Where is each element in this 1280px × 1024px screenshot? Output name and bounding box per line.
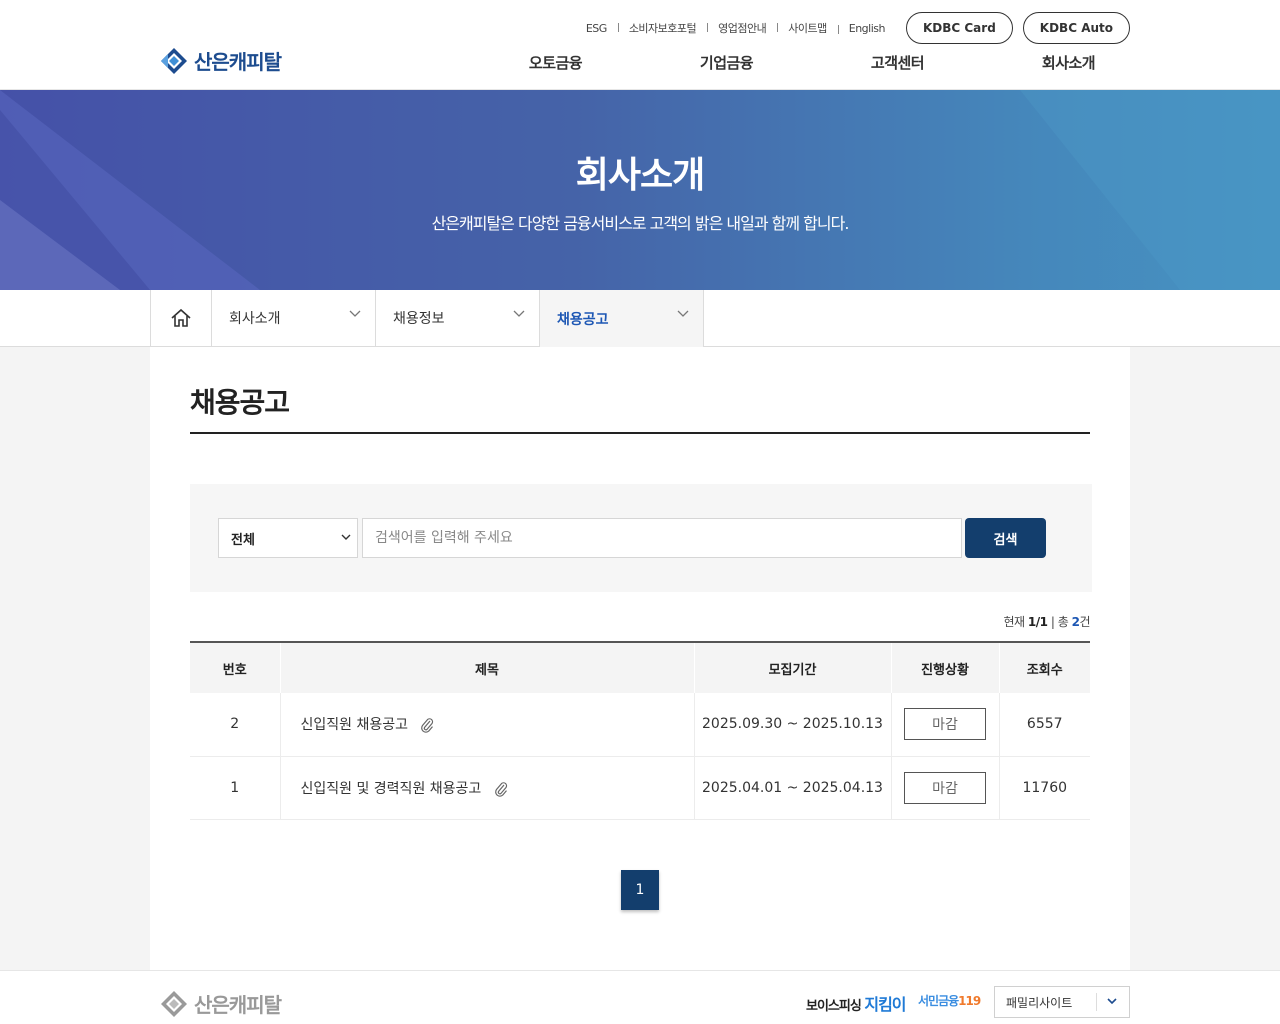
nav-auto-finance[interactable]: 오토금융 <box>470 52 641 73</box>
nav-customer-center[interactable]: 고객센터 <box>812 52 983 73</box>
row-period: 2025.04.01 ~ 2025.04.13 <box>694 756 892 819</box>
col-header-number: 번호 <box>190 642 281 693</box>
chevron-down-icon <box>341 534 351 540</box>
col-header-status: 진행상황 <box>891 642 1000 693</box>
chevron-down-icon <box>513 310 525 317</box>
logo[interactable]: 산은캐피탈 <box>160 46 282 75</box>
row-number: 2 <box>190 693 281 756</box>
footer-logo-icon <box>161 990 187 1017</box>
site-header: 산은캐피탈 ESG 소비자보호포털 영업점안내 사이트맵 English KDB… <box>0 0 1280 90</box>
breadcrumb-company[interactable]: 회사소개 <box>212 290 376 346</box>
voice-phishing-prefix: 보이스피싱 <box>806 999 862 1014</box>
count-current: 1/1 <box>1027 615 1048 629</box>
row-number: 1 <box>190 756 281 819</box>
family-site-select[interactable]: 패밀리사이트 <box>994 986 1130 1018</box>
row-title-cell: 신입직원 채용공고 <box>280 693 695 756</box>
result-count: 현재 1/1 | 총 2건 <box>1004 613 1091 630</box>
row-views: 11760 <box>1022 779 1068 796</box>
hero-title: 회사소개 <box>575 155 705 196</box>
breadcrumb-recruit-info[interactable]: 채용정보 <box>376 290 540 346</box>
kdbc-auto-button[interactable]: KDBC Auto <box>1022 12 1130 44</box>
count-total-label: 총 <box>1057 615 1069 629</box>
voice-phishing-link[interactable]: 보이스피싱 지킴이 <box>806 991 907 1015</box>
title-divider <box>190 432 1090 434</box>
table-row: 1 신입직원 및 경력직원 채용공고 2025.04.01 ~ 2025.04.… <box>190 756 1090 819</box>
count-separator: | <box>1050 615 1055 629</box>
status-badge: 마감 <box>904 708 986 741</box>
row-title-link[interactable]: 신입직원 채용공고 <box>301 717 409 733</box>
chevron-down-icon <box>1107 998 1117 1005</box>
breadcrumb-label: 채용정보 <box>393 311 445 327</box>
voice-phishing-highlight: 지킴이 <box>864 995 906 1014</box>
util-link-sitemap[interactable]: 사이트맵 <box>777 20 837 36</box>
main-content: 채용공고 전체 검색 현재 1/1 | 총 2건 번호 제목 모집기간 진행상황… <box>150 347 1130 970</box>
attachment-icon <box>494 781 507 797</box>
nav-corporate-finance[interactable]: 기업금융 <box>641 52 812 73</box>
finance-number: 119 <box>958 994 981 1008</box>
footer-logo: 산은캐피탈 <box>160 989 282 1018</box>
page-title: 채용공고 <box>190 386 290 419</box>
pagination-page-current[interactable]: 1 <box>621 870 659 910</box>
main-nav: 오토금융 기업금융 고객센터 회사소개 <box>470 52 1154 73</box>
breadcrumb-label: 회사소개 <box>229 311 281 327</box>
utility-nav: ESG 소비자보호포털 영업점안내 사이트맵 English KDBC Card… <box>575 12 1130 44</box>
family-site-label: 패밀리사이트 <box>1006 995 1073 1010</box>
row-period: 2025.09.30 ~ 2025.10.13 <box>694 693 892 756</box>
recruit-table: 번호 제목 모집기간 진행상황 조회수 2 신입직원 채용공고 2025.09.… <box>190 641 1090 820</box>
finance-prefix: 서민금융 <box>918 994 959 1008</box>
search-panel: 전체 검색 <box>190 484 1092 592</box>
search-button[interactable]: 검색 <box>965 518 1046 558</box>
finance-119-link[interactable]: 서민금융119 <box>918 992 981 1009</box>
hero-banner: 회사소개 산은캐피탈은 다양한 금융서비스로 고객의 밝은 내일과 함께 합니다… <box>0 90 1280 290</box>
breadcrumb-recruit-notice[interactable]: 채용공고 <box>540 290 704 347</box>
breadcrumb-label: 채용공고 <box>557 311 609 328</box>
row-status-cell: 마감 <box>891 756 1000 819</box>
home-icon <box>171 308 191 327</box>
site-footer: 산은캐피탈 보이스피싱 지킴이 서민금융119 패밀리사이트 <box>0 970 1280 1024</box>
col-header-period: 모집기간 <box>694 642 892 693</box>
footer-logo-text: 산은캐피탈 <box>194 993 282 1017</box>
row-title-cell: 신입직원 및 경력직원 채용공고 <box>280 756 695 819</box>
breadcrumb-home[interactable] <box>150 290 212 346</box>
col-header-views: 조회수 <box>1026 662 1063 678</box>
chevron-down-icon <box>349 310 361 317</box>
table-row: 2 신입직원 채용공고 2025.09.30 ~ 2025.10.13 마감 6… <box>190 693 1090 756</box>
search-category-value: 전체 <box>231 532 255 548</box>
breadcrumb: 회사소개 채용정보 채용공고 <box>0 290 1280 347</box>
hero-subtitle: 산은캐피탈은 다양한 금융서비스로 고객의 밝은 내일과 함께 합니다. <box>431 214 850 233</box>
row-views: 6557 <box>1026 716 1063 733</box>
util-link-esg[interactable]: ESG <box>575 22 618 35</box>
util-link-english[interactable]: English <box>837 22 896 35</box>
family-site-divider <box>1096 993 1097 1011</box>
attachment-icon <box>421 718 434 734</box>
chevron-down-icon <box>677 310 689 317</box>
util-link-branches[interactable]: 영업점안내 <box>707 20 777 36</box>
count-unit: 건 <box>1079 615 1090 629</box>
count-current-label: 현재 <box>1003 615 1026 629</box>
kdbc-card-button[interactable]: KDBC Card <box>905 12 1013 44</box>
col-header-title: 제목 <box>280 642 695 693</box>
search-category-select[interactable]: 전체 <box>218 518 358 558</box>
logo-text: 산은캐피탈 <box>194 50 282 74</box>
util-link-consumer-portal[interactable]: 소비자보호포털 <box>617 20 707 36</box>
search-input[interactable] <box>362 518 962 558</box>
status-badge: 마감 <box>904 771 986 804</box>
row-status-cell: 마감 <box>891 693 1000 756</box>
table-header-row: 번호 제목 모집기간 진행상황 조회수 <box>190 642 1090 693</box>
row-title-link[interactable]: 신입직원 및 경력직원 채용공고 <box>301 781 482 797</box>
nav-company[interactable]: 회사소개 <box>983 52 1154 73</box>
logo-icon <box>161 47 187 74</box>
